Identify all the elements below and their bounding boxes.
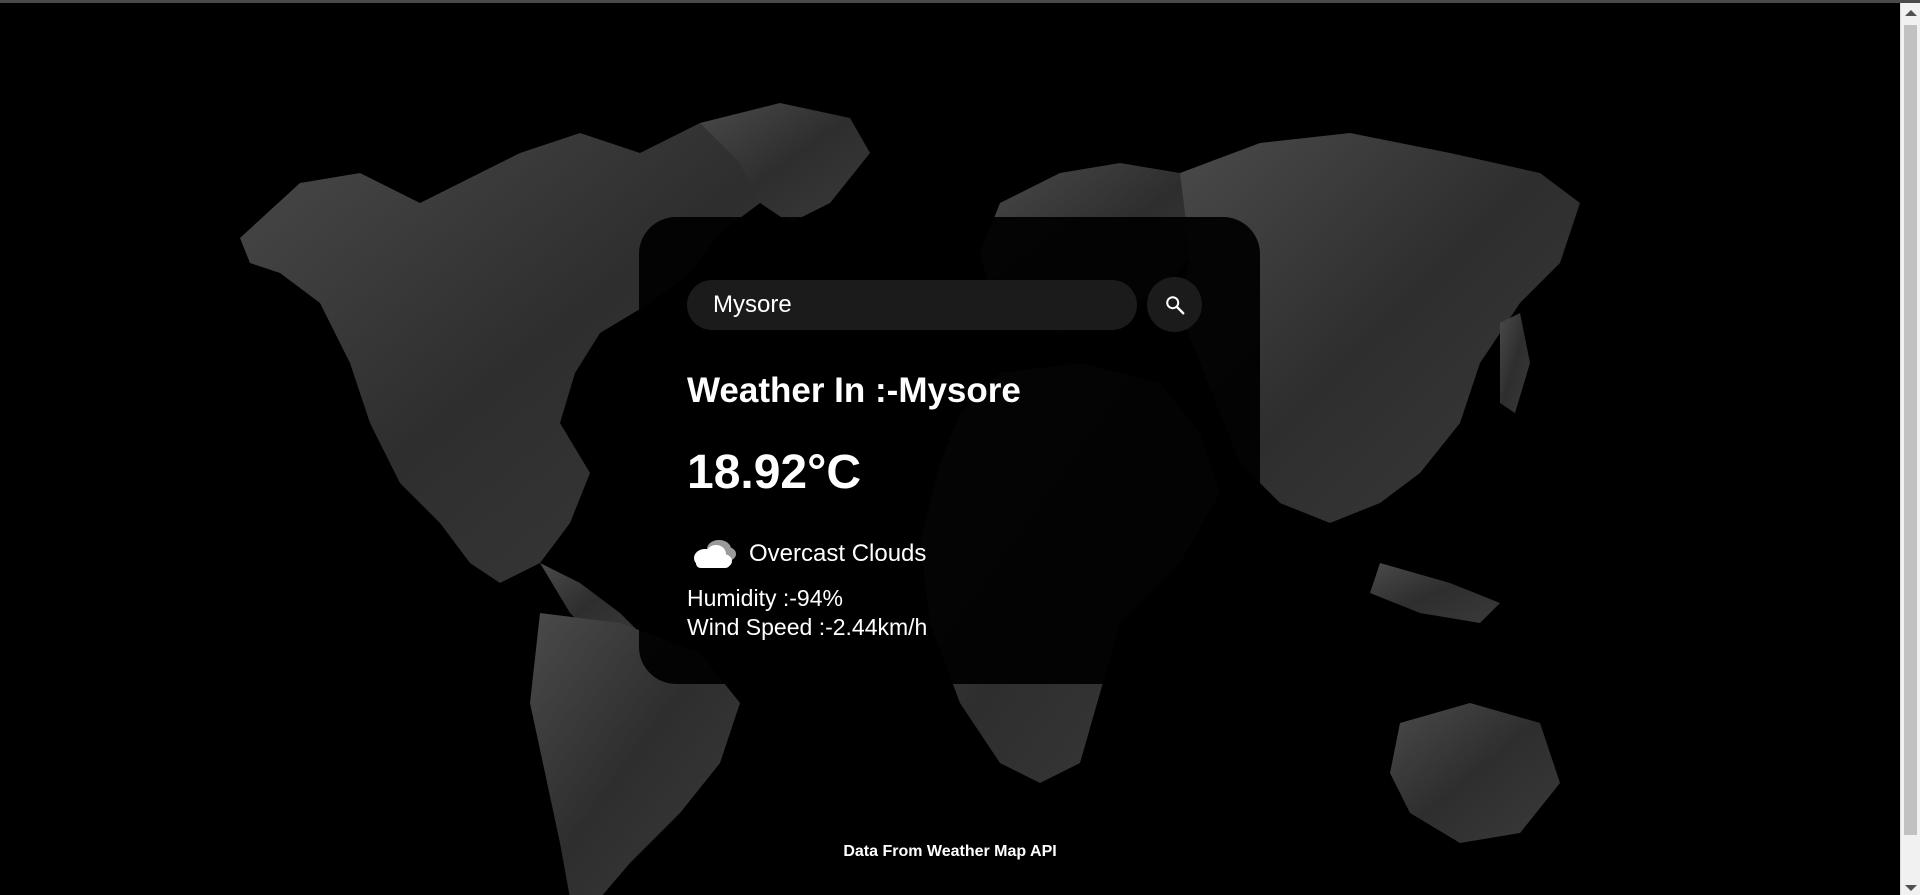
- weather-card: Weather In :-Mysore 18.92°C Overcast Clo…: [639, 217, 1260, 684]
- weather-description-row: Overcast Clouds: [687, 534, 1202, 574]
- vertical-scrollbar[interactable]: [1900, 3, 1920, 895]
- scroll-down-arrow-icon[interactable]: [1905, 885, 1917, 891]
- wind-speed: Wind Speed :-2.44km/h: [687, 613, 928, 640]
- city-title: Weather In :-Mysore: [687, 371, 1021, 410]
- search-bar: [687, 277, 1202, 332]
- search-icon: [1165, 295, 1185, 314]
- search-button[interactable]: [1147, 277, 1202, 332]
- footer-credit: Data From Weather Map API: [843, 843, 1057, 860]
- scroll-thumb[interactable]: [1904, 25, 1917, 835]
- scroll-up-arrow-icon[interactable]: [1905, 10, 1917, 16]
- weather-app-page: Weather In :-Mysore 18.92°C Overcast Clo…: [0, 0, 1920, 895]
- weather-description: Overcast Clouds: [749, 539, 927, 567]
- search-input[interactable]: [687, 279, 1138, 330]
- temperature: 18.92°C: [687, 446, 861, 499]
- humidity: Humidity :-94%: [687, 584, 843, 611]
- overcast-clouds-icon: [694, 539, 736, 568]
